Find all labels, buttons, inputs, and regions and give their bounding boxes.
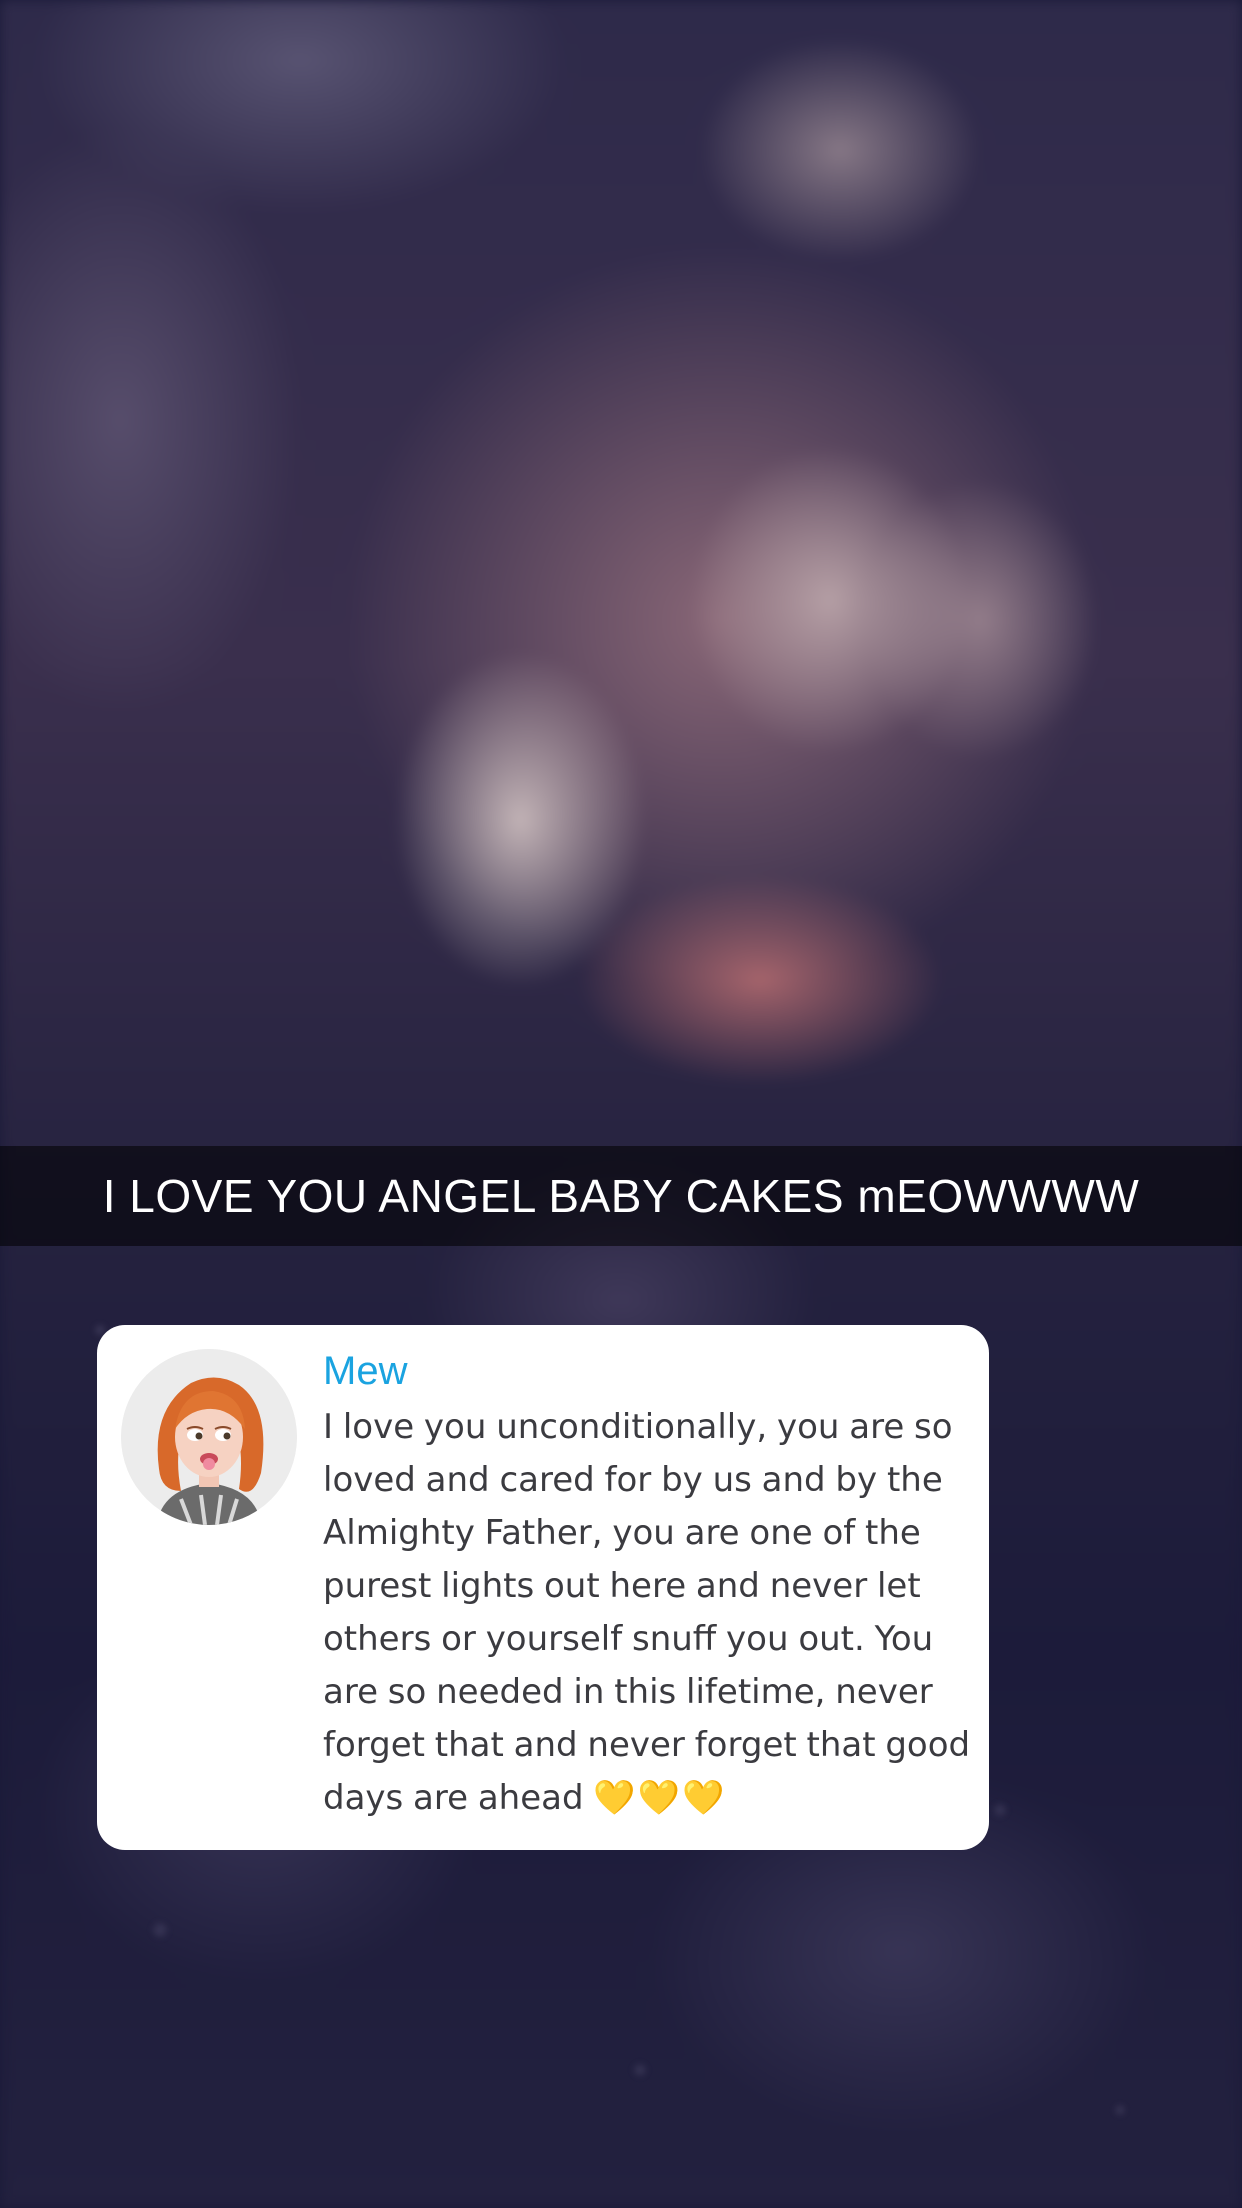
snap-viewer[interactable]: I LOVE YOU ANGEL BABY CAKES mEOWWWW Mew … xyxy=(0,0,1242,2208)
caption-bar: I LOVE YOU ANGEL BABY CAKES mEOWWWW xyxy=(0,1146,1242,1246)
yellow-hearts-emoji: 💛💛💛 xyxy=(593,1778,727,1818)
message-body: I love you unconditionally, you are so l… xyxy=(323,1407,971,1818)
bitmoji-avatar-icon xyxy=(121,1349,297,1525)
caption-text: I LOVE YOU ANGEL BABY CAKES mEOWWWW xyxy=(102,1170,1140,1222)
message-text: I love you unconditionally, you are so l… xyxy=(323,1401,973,1825)
sender-name: Mew xyxy=(323,1349,408,1393)
reply-card[interactable]: Mew I love you unconditionally, you are … xyxy=(97,1325,989,1850)
